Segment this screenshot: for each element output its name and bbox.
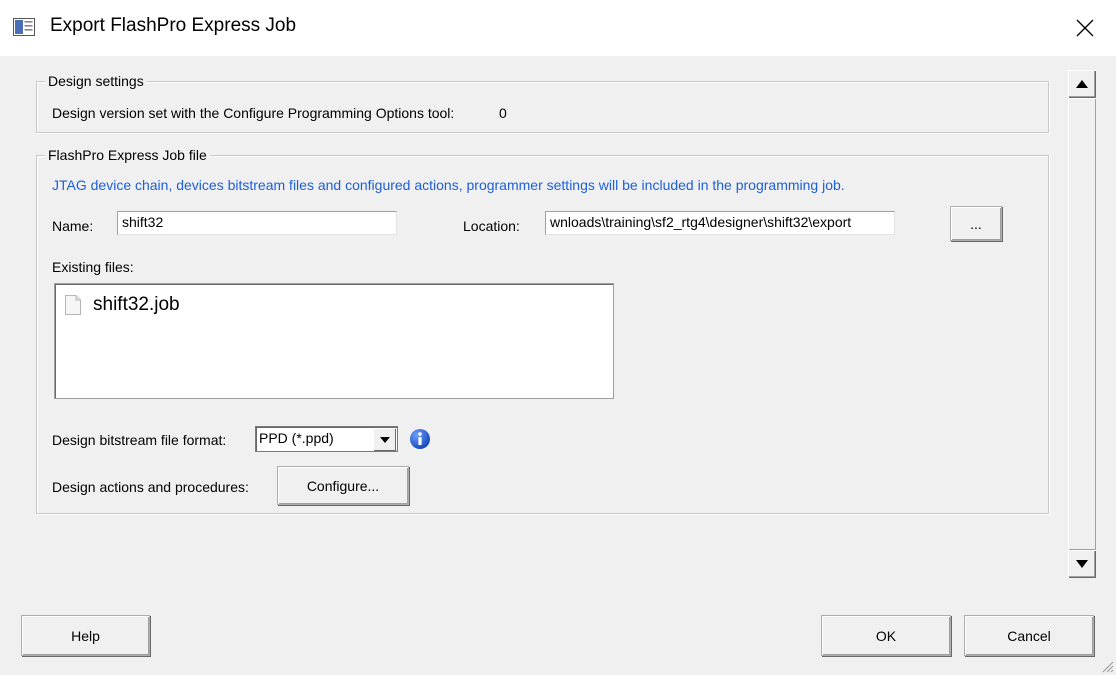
help-button[interactable]: Help — [21, 615, 150, 656]
existing-files-list[interactable]: shift32.job — [54, 283, 614, 399]
name-label: Name: — [52, 218, 94, 234]
format-select-value: PPD (*.ppd) — [259, 430, 334, 446]
arrow-down-icon — [1076, 560, 1088, 568]
title-bar: Export FlashPro Express Job — [0, 0, 1116, 56]
vertical-scrollbar[interactable] — [1068, 70, 1096, 578]
design-settings-group: Design settings Design version set with … — [36, 73, 1049, 133]
browse-button[interactable]: ... — [950, 206, 1002, 241]
export-job-dialog: Export FlashPro Express Job Design setti… — [0, 0, 1116, 675]
cancel-button[interactable]: Cancel — [964, 615, 1094, 656]
job-file-legend: FlashPro Express Job file — [45, 147, 210, 163]
ok-button[interactable]: OK — [821, 615, 951, 656]
content-area: Design settings Design version set with … — [0, 56, 1116, 596]
format-label: Design bitstream file format: — [52, 432, 227, 448]
job-file-group: FlashPro Express Job file JTAG device ch… — [36, 147, 1049, 514]
configure-button[interactable]: Configure... — [277, 466, 409, 505]
scrollbar-thumb[interactable] — [1068, 98, 1096, 550]
close-button[interactable] — [1054, 0, 1116, 56]
info-icon[interactable] — [409, 428, 431, 450]
help-button-label: Help — [71, 627, 100, 644]
app-icon — [13, 18, 35, 36]
location-input[interactable]: wnloads\training\sf2_rtg4\designer\shift… — [545, 211, 895, 235]
scroll-up-button[interactable] — [1068, 70, 1096, 98]
browse-button-label: ... — [970, 215, 982, 232]
window-title: Export FlashPro Express Job — [50, 15, 297, 36]
arrow-up-icon — [1076, 80, 1088, 88]
ok-button-label: OK — [875, 627, 897, 644]
configure-button-label: Configure... — [306, 477, 380, 494]
chevron-down-icon — [379, 436, 390, 443]
existing-files-label: Existing files: — [52, 259, 134, 275]
format-dropdown-button[interactable] — [373, 428, 396, 451]
format-select[interactable]: PPD (*.ppd) — [255, 426, 398, 452]
location-label: Location: — [463, 218, 520, 234]
design-version-value: 0 — [499, 105, 507, 121]
close-icon — [1076, 19, 1094, 37]
list-item[interactable]: shift32.job — [65, 292, 180, 318]
file-icon — [65, 295, 81, 315]
file-name: shift32.job — [93, 294, 180, 315]
design-settings-legend: Design settings — [45, 73, 147, 89]
scroll-down-button[interactable] — [1068, 550, 1096, 578]
cancel-button-label: Cancel — [1007, 627, 1051, 644]
resize-grip-icon[interactable] — [1100, 659, 1114, 673]
job-info-text: JTAG device chain, devices bitstream fil… — [52, 177, 845, 193]
actions-label: Design actions and procedures: — [52, 479, 249, 495]
name-input[interactable]: shift32 — [117, 211, 397, 235]
design-version-label: Design version set with the Configure Pr… — [52, 105, 455, 121]
dialog-footer: Help OK Cancel — [0, 596, 1116, 675]
